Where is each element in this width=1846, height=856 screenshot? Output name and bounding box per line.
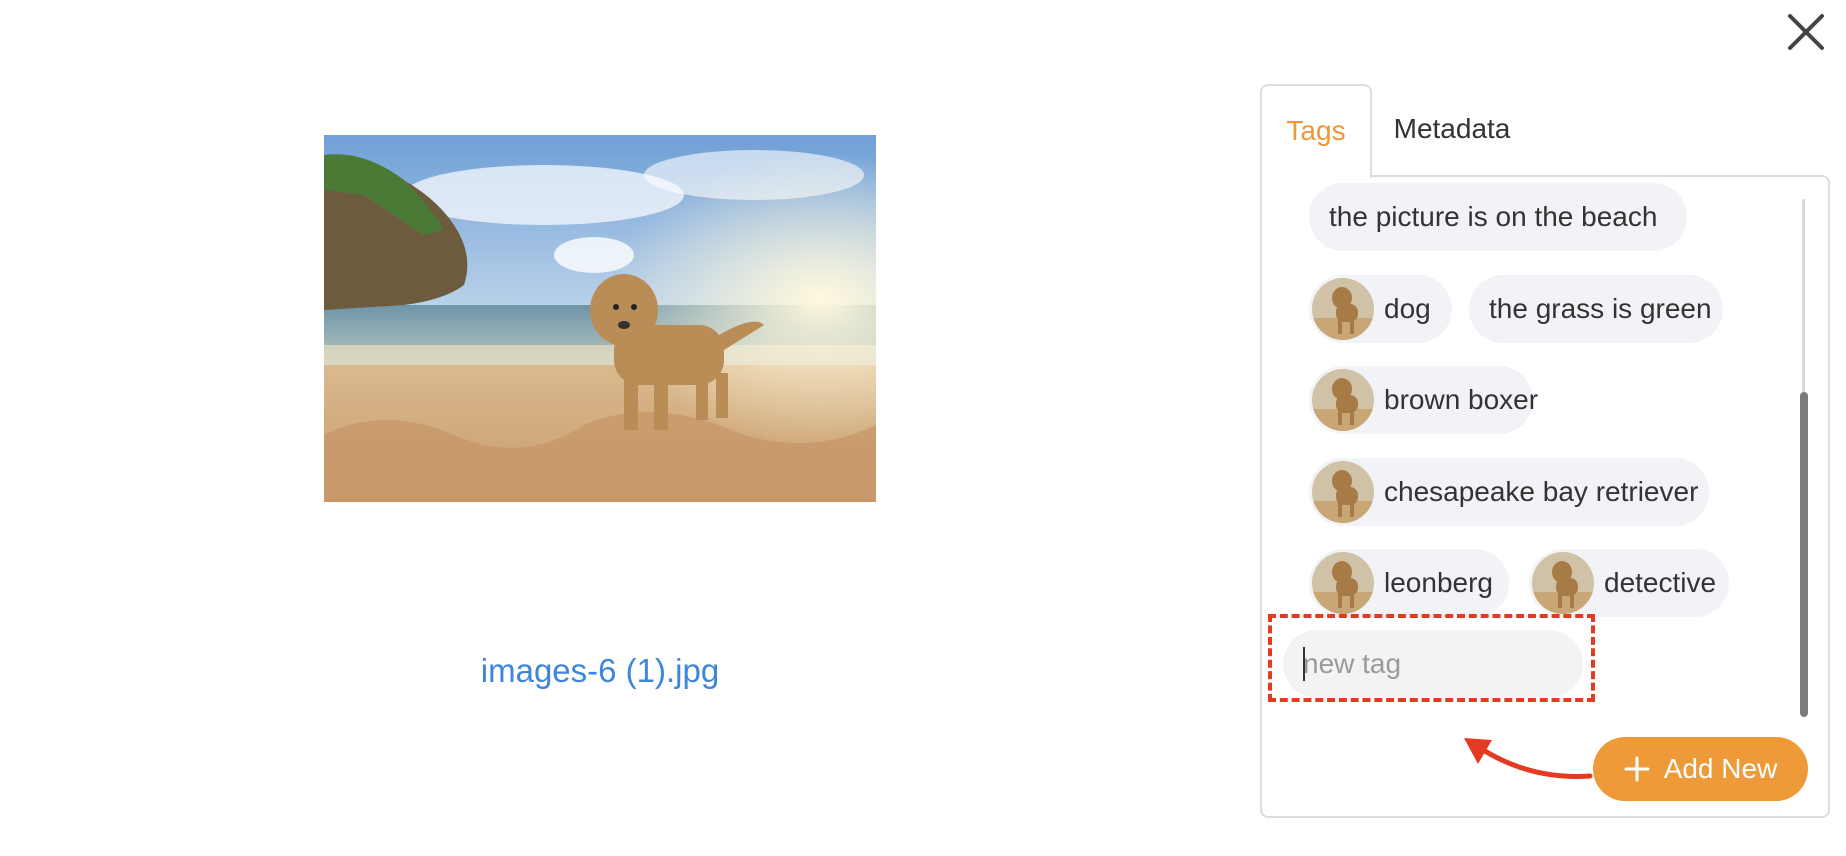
plus-icon bbox=[1624, 756, 1650, 782]
close-button[interactable] bbox=[1782, 8, 1830, 56]
tab-metadata[interactable]: Metadata bbox=[1372, 84, 1532, 176]
tag-label: leonberg bbox=[1384, 567, 1493, 598]
annotation-arrow-icon bbox=[1464, 738, 1593, 779]
scrollbar-thumb[interactable] bbox=[1800, 392, 1808, 717]
dog-avatar bbox=[1312, 369, 1374, 431]
add-new-button[interactable]: Add New bbox=[1593, 737, 1808, 801]
image-preview bbox=[324, 135, 876, 502]
tag-chip[interactable]: detective bbox=[1529, 549, 1729, 617]
tag-chip[interactable]: the grass is green bbox=[1469, 275, 1723, 343]
new-tag-input[interactable] bbox=[1283, 630, 1583, 698]
dog-avatar bbox=[1312, 461, 1374, 523]
dog-avatar bbox=[1532, 552, 1594, 614]
dog-avatar bbox=[1312, 278, 1374, 340]
dog-avatar bbox=[1312, 552, 1374, 614]
scrollbar-track bbox=[1802, 199, 1805, 399]
add-new-label: Add New bbox=[1663, 753, 1778, 784]
tag-chip[interactable]: dog bbox=[1309, 275, 1452, 343]
tag-chip[interactable]: the picture is on the beach bbox=[1309, 183, 1687, 251]
close-icon bbox=[1788, 14, 1824, 50]
tag-chip[interactable]: leonberg bbox=[1309, 549, 1509, 617]
tag-label: the grass is green bbox=[1489, 293, 1712, 324]
tag-label: the picture is on the beach bbox=[1329, 201, 1658, 232]
tag-label: detective bbox=[1604, 567, 1717, 598]
tag-label: chesapeake bay retriever bbox=[1384, 476, 1699, 507]
tag-label: brown boxer bbox=[1384, 384, 1539, 415]
tag-chip[interactable]: chesapeake bay retriever bbox=[1309, 458, 1709, 526]
text-caret bbox=[1303, 647, 1305, 681]
tag-chip[interactable]: brown boxer bbox=[1309, 366, 1538, 434]
tag-label: dog bbox=[1384, 293, 1431, 324]
image-filename-link[interactable]: images-6 (1).jpg bbox=[330, 652, 870, 690]
tag-editor-dialog: images-6 (1).jpg Tags Metadata the pictu… bbox=[0, 0, 1846, 856]
tab-tags[interactable]: Tags bbox=[1260, 84, 1372, 178]
